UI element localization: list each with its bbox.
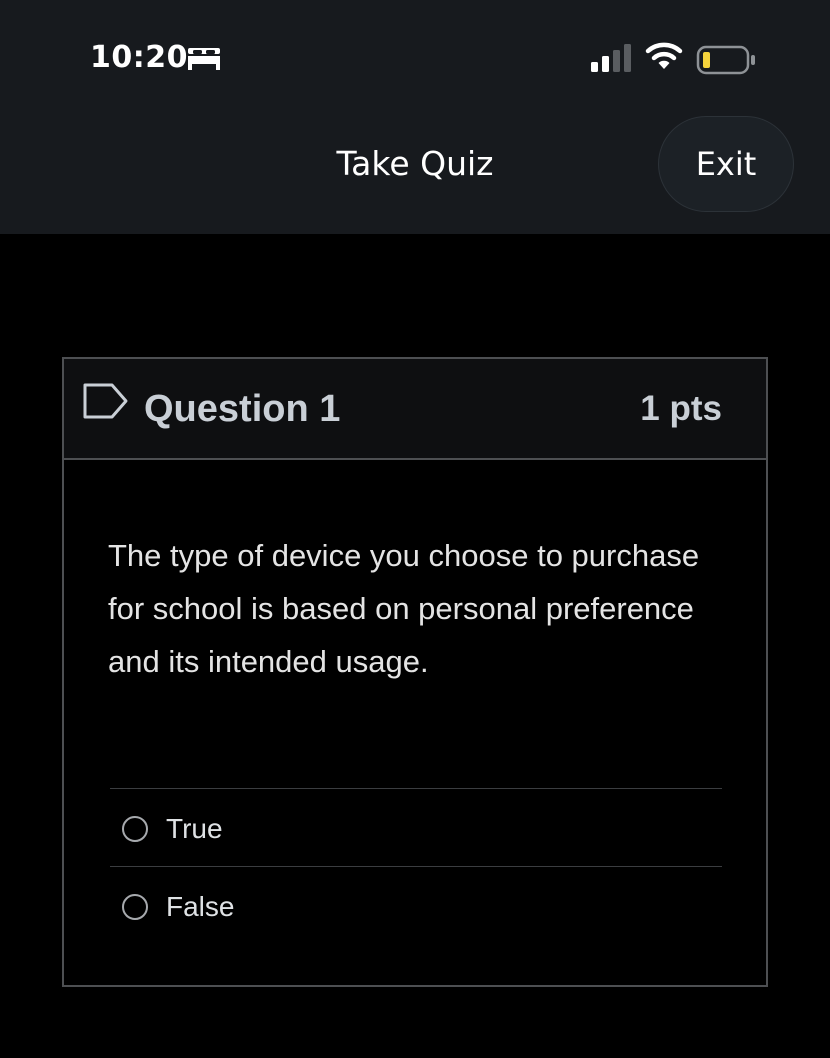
top-bar: 10:20 Take Quiz Exit [0,0,830,234]
bed-icon [188,48,220,70]
question-card: Question 1 1 pts The type of device you … [62,357,768,987]
wifi-icon [645,42,683,69]
answer-option-false[interactable]: False [110,869,722,945]
status-time: 10:20 [90,40,188,75]
question-points: 1 pts [640,389,722,428]
battery-icon [696,45,755,75]
radio-button[interactable] [122,894,148,920]
signal-icon [591,44,631,72]
answer-option-true[interactable]: True [110,791,722,867]
question-text: The type of device you choose to purchas… [108,538,700,679]
quiz-screen: 10:20 Take Quiz Exit Question 1 1 pts Th… [0,0,830,1058]
question-header: Question 1 1 pts [64,359,766,460]
question-title: Question 1 [144,388,341,430]
answer-label: True [166,813,223,844]
radio-button[interactable] [122,816,148,842]
flag-icon[interactable] [82,381,130,421]
exit-button[interactable]: Exit [658,116,794,212]
answer-divider [110,788,722,789]
answer-divider [110,866,722,867]
answer-label: False [166,891,235,922]
